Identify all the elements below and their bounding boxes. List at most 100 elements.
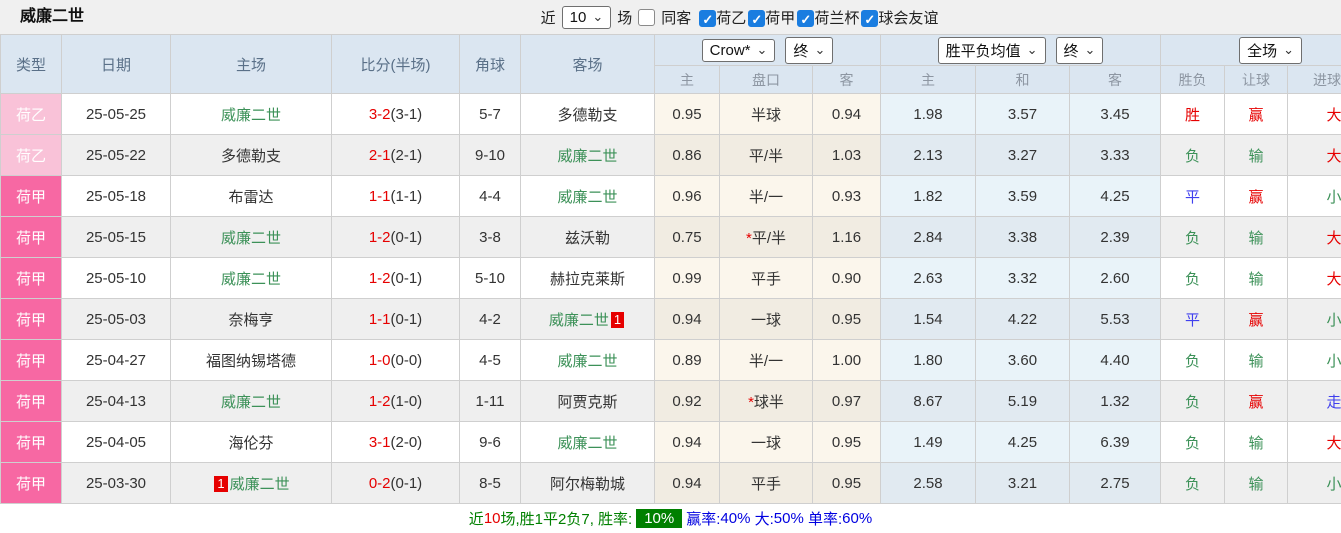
bookmaker-odds-state-select[interactable]: 终 ⌄ — [785, 37, 833, 64]
same-away-checkbox[interactable] — [638, 9, 655, 26]
corners-cell: 5-7 — [460, 94, 521, 135]
red-card-badge: 1 — [214, 476, 227, 492]
odds-home-cell: 0.86 — [655, 135, 720, 176]
mean-draw-cell: 3.21 — [976, 463, 1070, 504]
odds-home-cell: 0.96 — [655, 176, 720, 217]
handicap-cell: *平/半 — [720, 217, 813, 258]
date-cell: 25-03-30 — [62, 463, 171, 504]
recent-count-select[interactable]: 10 ⌄ — [562, 6, 612, 29]
odds-away-cell: 0.97 — [813, 381, 881, 422]
goals-result-cell: 大 — [1288, 94, 1341, 135]
handicap-value: 一球 — [751, 435, 781, 452]
date-cell: 25-04-05 — [62, 422, 171, 463]
outcome-cell: 负 — [1161, 217, 1225, 258]
table-header: 类型 日期 主场 比分(半场) 角球 客场 Crow* ⌄ 终 ⌄ — [1, 35, 1341, 94]
mean-draw-cell: 3.60 — [976, 340, 1070, 381]
mean-win-cell: 2.13 — [881, 135, 976, 176]
home-team-name: 布雷达 — [228, 189, 273, 206]
league-cell: 荷甲 — [1, 422, 62, 463]
period-select[interactable]: 全场 ⌄ — [1239, 37, 1302, 64]
matches-table: 类型 日期 主场 比分(半场) 角球 客场 Crow* ⌄ 终 ⌄ — [0, 34, 1341, 504]
date-cell: 25-05-10 — [62, 258, 171, 299]
away-team-name: 赫拉克莱斯 — [550, 271, 625, 288]
date-cell: 25-05-25 — [62, 94, 171, 135]
mean-win-cell: 2.58 — [881, 463, 976, 504]
away-cell: 阿贾克斯 — [521, 381, 655, 422]
outcome-cell: 负 — [1161, 135, 1225, 176]
odds-away-cell: 0.94 — [813, 94, 881, 135]
handicap-result-cell: 输 — [1225, 422, 1288, 463]
score-cell: 1-2(0-1) — [332, 258, 460, 299]
mean-odds-state-select[interactable]: 终 ⌄ — [1056, 37, 1104, 64]
mean-odds-select[interactable]: 胜平负均值 ⌄ — [938, 37, 1046, 64]
recent-count-value: 10 — [570, 9, 587, 26]
table-row: 荷甲25-04-13威廉二世1-2(1-0)1-11阿贾克斯0.92*球半0.9… — [1, 381, 1341, 422]
handicap-cell: 一球 — [720, 422, 813, 463]
handicap-cell: *球半 — [720, 381, 813, 422]
league-filter-checkbox[interactable]: ✓ — [748, 10, 765, 27]
mean-draw-cell: 3.57 — [976, 94, 1070, 135]
away-cell: 阿尔梅勒城 — [521, 463, 655, 504]
outcome-cell: 胜 — [1161, 94, 1225, 135]
mean-win-cell: 1.54 — [881, 299, 976, 340]
handicap-cell: 平手 — [720, 463, 813, 504]
corners-cell: 8-5 — [460, 463, 521, 504]
handicap-cell: 平/半 — [720, 135, 813, 176]
league-cell: 荷甲 — [1, 258, 62, 299]
away-cell: 赫拉克莱斯 — [521, 258, 655, 299]
fulltime-score: 1-2 — [369, 270, 391, 287]
sub-header-outcome: 胜负 — [1161, 66, 1225, 94]
sub-header-handicap-result: 让球 — [1225, 66, 1288, 94]
bookmaker-select[interactable]: Crow* ⌄ — [702, 39, 776, 62]
mean-win-cell: 1.98 — [881, 94, 976, 135]
col-header-home: 主场 — [171, 35, 332, 94]
halftime-score: (2-1) — [391, 147, 423, 164]
col-header-type: 类型 — [1, 35, 62, 94]
corners-cell: 4-5 — [460, 340, 521, 381]
odds-away-cell: 0.93 — [813, 176, 881, 217]
col-header-corners: 角球 — [460, 35, 521, 94]
halftime-score: (3-1) — [391, 106, 423, 123]
handicap-result-cell: 赢 — [1225, 299, 1288, 340]
odds-home-cell: 0.94 — [655, 422, 720, 463]
col-header-away: 客场 — [521, 35, 655, 94]
handicap-value: 平/半 — [749, 148, 783, 165]
home-cell: 福图纳锡塔德 — [171, 340, 332, 381]
summary-text: 10 — [484, 510, 501, 527]
handicap-value: 半/一 — [749, 189, 783, 206]
home-team-name: 威廉二世 — [221, 271, 281, 288]
summary-text: 60% — [842, 510, 872, 527]
league-filter-checkbox[interactable]: ✓ — [797, 10, 814, 27]
outcome-cell: 负 — [1161, 381, 1225, 422]
page-title: 威廉二世 — [20, 0, 84, 34]
corners-cell: 9-10 — [460, 135, 521, 176]
handicap-result-cell: 输 — [1225, 217, 1288, 258]
score-cell: 1-2(0-1) — [332, 217, 460, 258]
mean-odds-group-header: 胜平负均值 ⌄ 终 ⌄ — [881, 35, 1161, 66]
date-cell: 25-04-27 — [62, 340, 171, 381]
table-row: 荷甲25-03-301威廉二世0-2(0-1)8-5阿尔梅勒城0.94平手0.9… — [1, 463, 1341, 504]
away-team-name: 威廉二世 — [557, 189, 617, 206]
score-cell: 3-2(3-1) — [332, 94, 460, 135]
goals-result-cell: 大 — [1288, 217, 1341, 258]
col-header-score: 比分(半场) — [332, 35, 460, 94]
league-filter-checkbox[interactable]: ✓ — [861, 10, 878, 27]
league-cell: 荷甲 — [1, 217, 62, 258]
sub-header-mean-draw: 和 — [976, 66, 1070, 94]
league-filter-checkbox[interactable]: ✓ — [699, 10, 716, 27]
handicap-cell: 平手 — [720, 258, 813, 299]
home-cell: 威廉二世 — [171, 381, 332, 422]
handicap-cell: 半/一 — [720, 340, 813, 381]
league-cell: 荷乙 — [1, 135, 62, 176]
date-cell: 25-04-13 — [62, 381, 171, 422]
mean-win-cell: 1.80 — [881, 340, 976, 381]
home-team-name: 奈梅亨 — [228, 312, 273, 329]
away-cell: 兹沃勒 — [521, 217, 655, 258]
mean-draw-cell: 3.59 — [976, 176, 1070, 217]
fulltime-score: 1-0 — [369, 352, 391, 369]
outcome-cell: 平 — [1161, 299, 1225, 340]
sub-header-handicap: 盘口 — [720, 66, 813, 94]
mean-lose-cell: 3.45 — [1070, 94, 1161, 135]
score-cell: 1-1(1-1) — [332, 176, 460, 217]
filter-controls: 近 10 ⌄ 场 同客 ✓荷乙✓荷甲✓荷兰杯✓球会友谊 — [541, 6, 941, 29]
